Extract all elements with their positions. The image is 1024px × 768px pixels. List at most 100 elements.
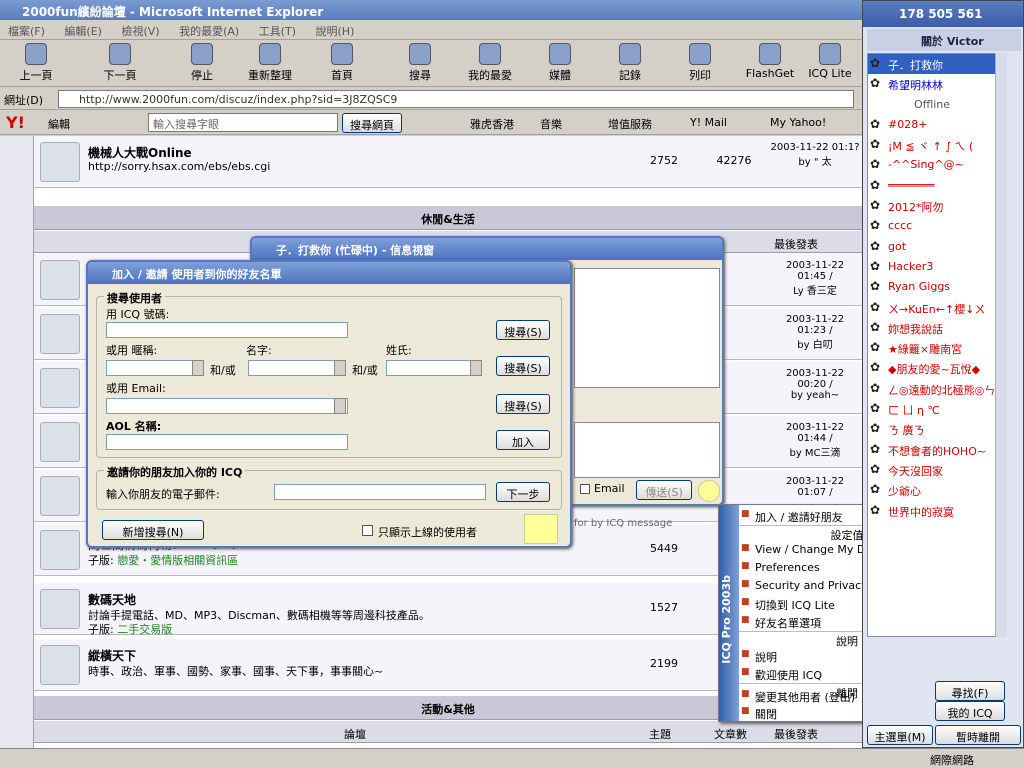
media-button[interactable]: 媒體 bbox=[530, 43, 590, 83]
icq-tabs: 關於 Victor bbox=[867, 29, 1021, 51]
last-name-spinner[interactable] bbox=[470, 360, 482, 376]
yahoo-link-myyahoo[interactable]: My Yahoo! bbox=[770, 116, 826, 129]
status-bar: 網際網路 bbox=[0, 748, 1024, 768]
yahoo-link-hk[interactable]: 雅虎香港 bbox=[470, 116, 514, 132]
search-uin-button[interactable]: 搜尋(S) bbox=[496, 320, 550, 340]
home-button[interactable]: 首頁 bbox=[312, 43, 372, 83]
first-name-input[interactable] bbox=[248, 360, 346, 376]
print-button[interactable]: 列印 bbox=[670, 43, 730, 83]
search-group-label: 搜尋使用者 bbox=[104, 290, 165, 306]
yahoo-search-button[interactable]: 搜尋網頁 bbox=[342, 113, 402, 133]
nick-input[interactable] bbox=[106, 360, 204, 376]
refresh-button[interactable]: 重新整理 bbox=[240, 43, 300, 83]
favorites-button[interactable]: 我的最愛 bbox=[460, 43, 520, 83]
contact-item[interactable]: Hacker3 bbox=[868, 257, 996, 277]
contact-item[interactable]: ㄈ ㄩ η ℃ bbox=[868, 399, 996, 419]
contact-item[interactable]: ═══════ bbox=[868, 176, 996, 196]
and-or-2: 和/或 bbox=[352, 364, 378, 377]
forum-title[interactable]: 機械人大戰Online bbox=[88, 144, 192, 161]
contact-item[interactable]: got bbox=[868, 237, 996, 257]
search-name-button[interactable]: 搜尋(S) bbox=[496, 356, 550, 376]
search-button[interactable]: 搜尋 bbox=[390, 43, 450, 83]
menu-view[interactable]: 檢視(V) bbox=[113, 20, 167, 42]
email-input[interactable] bbox=[106, 398, 348, 414]
menu-edit[interactable]: 編輯(E) bbox=[56, 20, 110, 42]
email-checkbox[interactable] bbox=[580, 484, 590, 494]
yahoo-logo[interactable]: Y! bbox=[6, 113, 25, 132]
menu-tools[interactable]: 工具(T) bbox=[251, 20, 304, 42]
refresh-icon bbox=[259, 43, 281, 65]
history-button[interactable]: 記錄 bbox=[600, 43, 660, 83]
col-topics: 主題 bbox=[649, 728, 671, 741]
nick-spinner[interactable] bbox=[192, 360, 204, 376]
menu-favorites[interactable]: 我的最愛(A) bbox=[171, 20, 247, 42]
address-input[interactable]: http://www.2000fun.com/discuz/index.php?… bbox=[58, 90, 854, 108]
menu-file[interactable]: 檔案(F) bbox=[0, 20, 53, 42]
search-email-button[interactable]: 搜尋(S) bbox=[496, 394, 550, 414]
contact-item[interactable]: ◆朋友的愛~瓦悅◆ bbox=[868, 358, 996, 378]
last-name-input[interactable] bbox=[386, 360, 482, 376]
col-forum: 論壇 bbox=[344, 728, 366, 741]
contact-item[interactable]: 希望明林林 bbox=[868, 74, 996, 94]
last-post: 2003-11-22 01:1? by " 太 bbox=[770, 142, 860, 168]
find-button[interactable]: 尋找(F) bbox=[935, 681, 1005, 701]
aol-input[interactable] bbox=[106, 434, 348, 450]
forum-title[interactable]: 縱橫天下 bbox=[88, 647, 136, 664]
contact-item[interactable]: ¡M ≦ ヾ ↑ ∫ ㄟ ( bbox=[868, 135, 996, 155]
add-button[interactable]: 加入 bbox=[496, 430, 550, 450]
status-button[interactable]: 暫時離開 bbox=[935, 725, 1021, 745]
left-gutter bbox=[0, 136, 34, 748]
note-icon bbox=[524, 514, 558, 544]
contact-item[interactable]: #028+ bbox=[868, 115, 996, 135]
contact-item[interactable]: ㄋ 廣ㄋ bbox=[868, 419, 996, 439]
first-name-spinner[interactable] bbox=[334, 360, 346, 376]
yahoo-link-music[interactable]: 音樂 bbox=[540, 116, 562, 132]
sticky-note-icon[interactable] bbox=[698, 480, 720, 502]
menu-help[interactable]: 說明(H) bbox=[308, 20, 363, 42]
new-search-button[interactable]: 新增搜尋(N) bbox=[102, 520, 204, 540]
contact-item[interactable]: Ryan Giggs bbox=[868, 277, 996, 297]
send-button[interactable]: 傳送(S) bbox=[636, 480, 692, 500]
message-input[interactable] bbox=[574, 422, 720, 478]
yahoo-edit[interactable]: 編輯 bbox=[48, 116, 70, 132]
contact-item[interactable]: -^^Sing^@~ bbox=[868, 155, 996, 175]
uin-input[interactable] bbox=[106, 322, 348, 338]
stop-icon bbox=[191, 43, 213, 65]
yahoo-link-mail[interactable]: Y! Mail bbox=[690, 116, 727, 129]
contact-item[interactable]: 今天沒回家 bbox=[868, 460, 996, 480]
back-button[interactable]: 上一頁 bbox=[6, 43, 66, 83]
contact-item[interactable]: ㄥ◎遠動的北極熊◎ㄣ bbox=[868, 379, 996, 399]
contact-item[interactable]: 不想會者的HOHO~ bbox=[868, 440, 996, 460]
contact-item[interactable]: 少爺心 bbox=[868, 480, 996, 500]
col-last: 最後發表 bbox=[774, 238, 818, 251]
icq-lite-button[interactable]: ICQ Lite bbox=[800, 43, 860, 80]
yahoo-link-services[interactable]: 增值服務 bbox=[608, 116, 652, 132]
contact-list: 子．打救你 希望明林林 Offline #028+ ¡M ≦ ヾ ↑ ∫ ㄟ (… bbox=[867, 53, 997, 637]
my-icq-button[interactable]: 我的 ICQ bbox=[935, 701, 1005, 721]
back-icon bbox=[25, 43, 47, 65]
flashget-button[interactable]: FlashGet bbox=[740, 43, 800, 80]
topic-count: 2752 bbox=[650, 154, 678, 167]
message-history[interactable] bbox=[574, 268, 720, 388]
contact-item[interactable]: ★綠籬×雕南宮 bbox=[868, 338, 996, 358]
next-button[interactable]: 下一步 bbox=[496, 482, 550, 502]
subforum: 子版: 戀愛・愛情版相關資訊區 bbox=[88, 554, 239, 567]
invite-email-input[interactable] bbox=[274, 484, 486, 500]
forum-icon bbox=[40, 645, 80, 685]
contact-item[interactable]: 妳想我說話 bbox=[868, 318, 996, 338]
contact-item[interactable]: 子．打救你 bbox=[868, 54, 996, 75]
contact-item[interactable]: 2012*阿勿 bbox=[868, 196, 996, 216]
online-only-checkbox[interactable] bbox=[362, 525, 373, 536]
forum-title[interactable]: 數碼天地 bbox=[88, 591, 136, 608]
contact-item[interactable]: ㄨ→KuEn←↑櫻↓ㄨ bbox=[868, 298, 996, 318]
contact-scrollbar[interactable] bbox=[995, 53, 1007, 637]
forward-button[interactable]: 下一頁 bbox=[90, 43, 150, 83]
yahoo-search-input[interactable]: 輸入搜尋字眼 bbox=[148, 113, 338, 132]
main-menu-button[interactable]: 主選單(M) bbox=[867, 725, 933, 745]
contact-item[interactable]: 世界中的寂寞 bbox=[868, 501, 996, 521]
email-spinner[interactable] bbox=[334, 398, 346, 414]
forum-icon bbox=[40, 368, 80, 408]
contact-item[interactable]: cccc bbox=[868, 216, 996, 236]
tab-about[interactable]: 關於 Victor bbox=[921, 33, 984, 49]
stop-button[interactable]: 停止 bbox=[172, 43, 232, 83]
